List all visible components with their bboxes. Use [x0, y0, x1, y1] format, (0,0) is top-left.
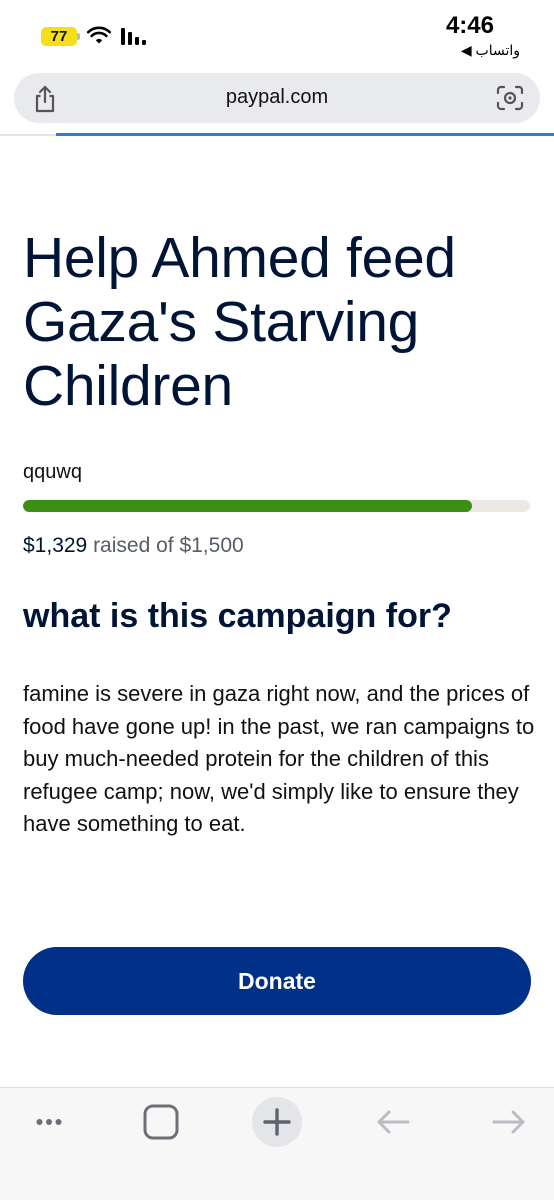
battery-level: 77	[50, 28, 68, 45]
browser-toolbar	[0, 1087, 554, 1200]
address-bar[interactable]: paypal.com	[14, 73, 540, 123]
raised-summary: $1,329 raised of $1,500	[23, 534, 244, 558]
campaign-title: Help Ahmed feed Gaza's Starving Children	[23, 226, 456, 418]
organizer-name[interactable]: qquwq	[23, 461, 82, 484]
battery-cap	[77, 33, 80, 40]
battery-indicator: 77	[41, 27, 80, 46]
more-icon	[36, 1119, 62, 1125]
wifi-icon	[87, 26, 111, 44]
donate-button[interactable]: Donate	[23, 947, 531, 1015]
back-button[interactable]	[365, 1102, 421, 1142]
signal-icon	[121, 28, 146, 45]
tabs-icon	[143, 1104, 179, 1140]
status-bar: 77 4:46 ◀ واتساب	[0, 0, 554, 68]
raised-goal-text: raised of $1,500	[87, 534, 244, 557]
url-text[interactable]: paypal.com	[14, 86, 540, 109]
section-heading: what is this campaign for?	[23, 597, 452, 635]
new-tab-button[interactable]	[249, 1097, 305, 1147]
more-button[interactable]	[21, 1102, 77, 1142]
fundraising-progress-fill	[23, 500, 473, 512]
raised-amount: $1,329	[23, 534, 88, 557]
back-to-app-link[interactable]: ◀ واتساب	[461, 42, 520, 59]
page-load-progress	[56, 133, 554, 136]
fundraising-progress-bar	[23, 500, 530, 512]
back-arrow-icon	[377, 1110, 410, 1134]
campaign-description: famine is severe in gaza right now, and …	[23, 681, 535, 836]
forward-arrow-icon	[492, 1110, 525, 1134]
forward-button[interactable]	[481, 1102, 537, 1142]
tabs-button[interactable]	[133, 1102, 189, 1142]
clock: 4:46	[445, 12, 494, 39]
new-tab-icon	[252, 1097, 302, 1147]
camera-scan-icon[interactable]	[496, 85, 524, 111]
